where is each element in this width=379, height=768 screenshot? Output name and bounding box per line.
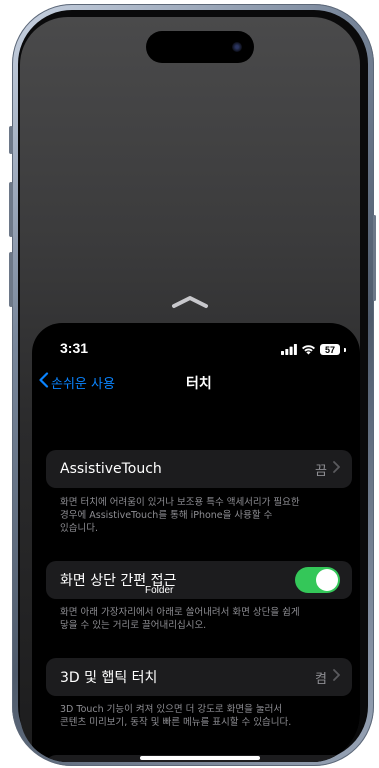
battery-tip [344,347,346,352]
volume-down-button [9,252,13,307]
volume-up-button [9,182,13,237]
assistivetouch-footer-line-2: 경우에 AssistiveTouch를 통해 iPhone을 사용할 수 [60,510,273,521]
back-button[interactable]: 손쉬운 사용 [38,372,115,392]
reachability-footer-line-1: 화면 아래 가장자리에서 아래로 쓸어내려서 화면 상단을 쉽게 [60,607,300,618]
haptic-touch-footer-line-2: 콘텐츠 미리보기, 동작 및 빠른 메뉴를 표시할 수 있습니다. [60,717,292,728]
status-icons: 57 [281,340,346,359]
page-title: 터치 [186,376,212,392]
haptic-touch-label: 3D 및 햅틱 터치 [60,670,158,686]
reachability-toggle[interactable] [295,567,340,593]
navigation-bar: 손쉬운 사용 터치 [32,369,360,399]
home-indicator[interactable] [140,756,260,760]
reachability-footer: 화면 아래 가장자리에서 아래로 쓸어내려서 화면 상단을 쉽게 닿을 수 있는… [60,606,350,632]
wifi-icon [301,340,316,359]
reachability-row: 화면 상단 간편 접근 [46,561,352,599]
reachability-footer-line-2: 닿을 수 있는 거리로 끌어내리십시오. [60,620,207,631]
chevron-left-icon [38,372,49,392]
cellular-signal-icon [281,340,297,359]
status-time: 3:31 [60,340,89,356]
assistivetouch-value-group: 끔 [315,460,341,479]
dynamic-island [146,31,254,63]
toggle-knob [316,569,338,591]
settings-sheet: 3:31 57 손쉬운 사용 터치 AssistiveTouch 끔 화면 터치… [32,323,360,762]
battery-icon: 57 [320,344,340,355]
assistivetouch-row[interactable]: AssistiveTouch 끔 [46,450,352,488]
back-button-label: 손쉬운 사용 [51,376,115,392]
power-button [373,215,376,301]
assistivetouch-label: AssistiveTouch [60,461,162,477]
assistivetouch-footer: 화면 터치에 어려움이 있거나 보조용 특수 액세서리가 필요한 경우에 Ass… [60,496,350,535]
assistivetouch-footer-line-3: 있습니다. [60,523,98,534]
haptic-touch-value-group: 켬 [315,668,341,687]
chevron-right-icon [333,461,341,477]
phone-screen: 3:31 57 손쉬운 사용 터치 AssistiveTouch 끔 화면 터치… [20,17,360,762]
reachability-grabber-icon[interactable] [170,294,210,310]
haptic-touch-row[interactable]: 3D 및 햅틱 터치 켬 [46,658,352,696]
folder-tooltip: Folder [145,585,174,596]
chevron-right-icon [333,669,341,685]
haptic-touch-value: 켬 [315,671,327,687]
action-button [9,126,13,154]
haptic-touch-footer: 3D Touch 기능이 켜져 있으면 더 강도로 화면을 눌러서 콘텐츠 미리… [60,703,350,729]
haptic-touch-footer-line-1: 3D Touch 기능이 켜져 있으면 더 강도로 화면을 눌러서 [60,704,283,715]
front-camera-icon [232,42,242,52]
status-bar: 3:31 57 [32,323,360,363]
assistivetouch-footer-line-1: 화면 터치에 어려움이 있거나 보조용 특수 액세서리가 필요한 [60,497,300,508]
assistivetouch-value: 끔 [315,463,327,479]
